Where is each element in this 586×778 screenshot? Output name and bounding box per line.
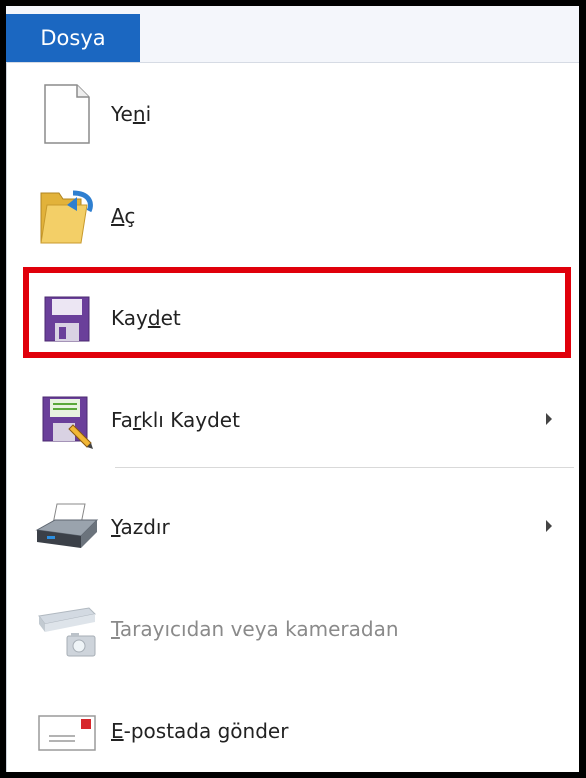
printer-icon [35,503,99,548]
save-as-icon [42,396,93,449]
menu-item-from-scanner-or-camera: Tarayıcıdan veya kameradan [7,578,579,680]
scanner-camera-icon [38,607,97,657]
menu-item-new[interactable]: Yeni [7,63,579,165]
ribbon-tab-bar: Dosya [6,6,579,63]
open-folder-icon [40,190,93,244]
menu-item-save-as-label: Farklı Kaydet [111,408,240,432]
file-menu-window: Dosya Yeni Aç Kaydet Farklı Kaydet Yazdı… [6,6,579,772]
menu-item-open[interactable]: Aç [7,165,579,267]
menu-separator [115,467,574,468]
menu-item-open-label: Aç [111,204,136,228]
submenu-arrow-icon [546,520,552,532]
menu-item-save-label: Kaydet [111,306,181,330]
floppy-disk-icon [44,296,90,342]
tab-file[interactable]: Dosya [6,14,140,62]
menu-item-from-scanner-label: Tarayıcıdan veya kameradan [111,617,399,641]
menu-item-send-email[interactable]: E-postada gönder [7,680,579,772]
blank-document-icon [44,84,90,144]
submenu-arrow-icon [546,413,552,425]
menu-item-save-as[interactable]: Farklı Kaydet [7,369,579,471]
email-envelope-icon [38,715,96,751]
file-menu: Yeni Aç Kaydet Farklı Kaydet Yazdır Tara… [6,63,579,772]
menu-item-send-email-label: E-postada gönder [111,719,289,743]
menu-item-save[interactable]: Kaydet [7,267,579,369]
menu-item-print-label: Yazdır [111,515,170,539]
menu-item-print[interactable]: Yazdır [7,476,579,578]
menu-item-new-label: Yeni [111,102,152,126]
